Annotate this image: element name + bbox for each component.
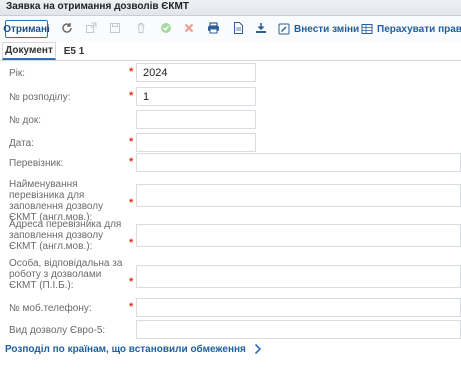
mobile-phone-label: № моб.телефону: [9,303,92,314]
open-external-icon[interactable] [84,21,98,35]
doc-no-field[interactable] [136,110,256,129]
save-icon[interactable] [108,21,122,35]
download-icon[interactable] [254,21,268,35]
recalc-rights-button[interactable]: Перахувати права [361,21,461,37]
window-titlebar: Заявка на отримання дозволів ЄКМТ [0,0,461,16]
refresh-icon[interactable] [60,21,74,35]
required-marker: * [129,197,134,209]
country-restrictions-link[interactable]: Розподіл по країнам, що встановили обмеж… [5,343,262,355]
print-icon[interactable] [206,21,220,35]
carrier-name-en-label: Найменування перевізника для заповлення … [9,179,104,223]
required-marker: * [129,237,134,249]
required-marker: * [129,156,134,168]
carrier-name-en-field[interactable] [136,184,461,207]
permit-type-label: Вид дозволу Євро-5: [9,325,106,336]
apply-changes-label: Внести зміни [294,23,360,35]
required-marker: * [129,301,134,313]
recalc-rights-label: Перахувати права [377,23,461,35]
tab-e5[interactable]: Е5 1 [58,42,90,60]
responsible-person-label: Особа, відповідальна за роботу з дозвола… [9,258,123,291]
permit-type-field[interactable] [136,320,461,339]
required-marker: * [129,90,134,102]
tab-bar: Документ Е5 1 [0,42,461,61]
apply-changes-button[interactable]: Внести зміни [278,21,359,37]
year-label: Рік: [9,68,26,79]
chevron-right-icon [254,343,261,355]
tab-document[interactable]: Документ [2,42,56,60]
required-marker: * [129,66,134,78]
carrier-address-en-label: Адреса перевізника для заповлення дозвол… [9,219,122,252]
received-button[interactable]: Отримані [3,20,50,38]
carrier-address-en-field[interactable] [136,224,461,247]
toolbar: Отримані Внести зміни Перахувати права [0,16,461,42]
mobile-phone-field[interactable] [136,298,461,317]
cancel-icon[interactable] [182,21,196,35]
country-restrictions-label: Розподіл по країнам, що встановили обмеж… [5,343,246,355]
doc-no-label: № док: [9,115,42,126]
table-icon [361,24,373,34]
document-icon[interactable] [231,21,245,35]
year-field[interactable]: 2024 [136,63,256,82]
responsible-person-field[interactable] [136,265,461,288]
date-field[interactable] [136,133,256,152]
carrier-field[interactable] [136,153,461,172]
order-no-label: № розподілу: [9,92,71,103]
confirm-icon[interactable] [159,21,173,35]
date-label: Дата: [9,138,34,149]
edit-doc-icon [278,23,290,35]
carrier-label: Перевізник: [9,158,64,169]
required-marker: * [129,276,134,288]
order-no-field[interactable]: 1 [136,87,256,106]
delete-icon[interactable] [134,21,148,35]
required-marker: * [129,136,134,148]
window-title: Заявка на отримання дозволів ЄКМТ [6,1,189,12]
